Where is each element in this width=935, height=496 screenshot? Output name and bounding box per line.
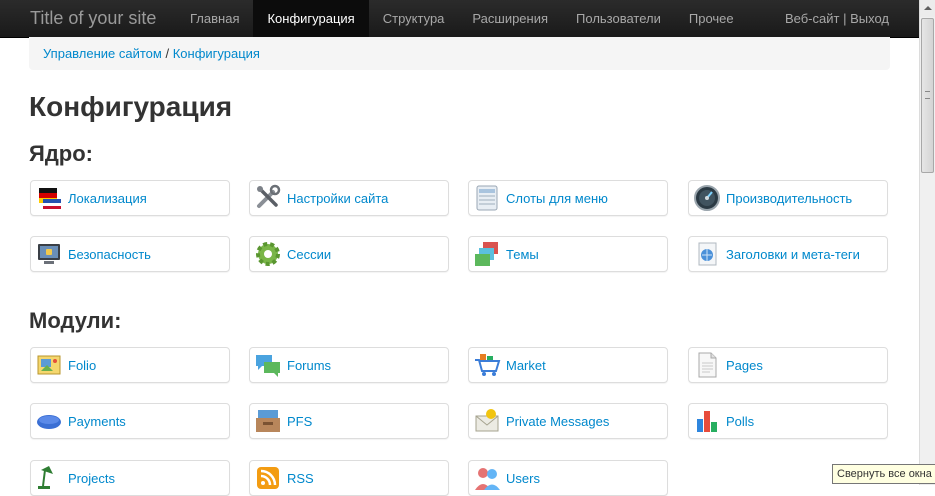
breadcrumb-trail: Управление сайтом / Конфигурация	[43, 46, 260, 61]
meta-tags-icon	[698, 242, 717, 266]
tile-projects[interactable]: Projects	[30, 460, 230, 496]
monitor-lock-icon	[38, 244, 60, 264]
breadcrumb-separator: /	[165, 46, 170, 61]
flags-icon	[39, 188, 61, 209]
payments-icon	[37, 415, 61, 429]
modules-heading: Модули:	[29, 308, 122, 333]
scroll-thumb[interactable]	[921, 18, 934, 173]
bar-chart-icon	[697, 411, 717, 432]
nav-item-other[interactable]: Прочее	[675, 0, 748, 37]
users-icon	[475, 468, 500, 490]
main-nav: Главная Конфигурация Структура Расширени…	[176, 0, 748, 37]
breadcrumb-current-link[interactable]: Конфигурация	[173, 46, 260, 61]
tile-payments[interactable]: Payments	[30, 403, 230, 439]
nav-item-extensions[interactable]: Расширения	[458, 0, 562, 37]
tile-themes[interactable]: Темы	[468, 236, 668, 272]
core-heading: Ядро:	[29, 141, 93, 166]
tools-icon	[257, 184, 281, 208]
tile-rss[interactable]: RSS	[249, 460, 449, 496]
logout-link[interactable]: Выход	[850, 11, 889, 26]
forums-icon	[256, 355, 280, 377]
nav-item-users[interactable]: Пользователи	[562, 0, 675, 37]
tile-site-settings[interactable]: Настройки сайта	[249, 180, 449, 216]
tile-localization[interactable]: Локализация	[30, 180, 230, 216]
tile-performance[interactable]: Производительность	[688, 180, 888, 216]
gear-icon	[256, 242, 280, 266]
tile-label: Projects	[68, 471, 115, 486]
tile-label: Payments	[68, 414, 126, 429]
tile-label: Users	[506, 471, 540, 486]
tile-label: RSS	[287, 471, 314, 486]
tile-label: Private Messages	[506, 414, 610, 429]
tile-label: Локализация	[68, 191, 147, 206]
tile-label: Pages	[726, 358, 763, 373]
tile-pages[interactable]: Pages	[688, 347, 888, 383]
tile-label: PFS	[287, 414, 313, 429]
tile-label: Слоты для меню	[506, 191, 608, 206]
menu-slots-icon	[476, 185, 498, 211]
tile-label: Folio	[68, 358, 97, 373]
tile-label: Производительность	[726, 191, 853, 206]
nav-item-home[interactable]: Главная	[176, 0, 253, 37]
nav-separator: |	[843, 11, 847, 26]
website-link[interactable]: Веб-сайт	[785, 11, 839, 26]
tile-meta-tags[interactable]: Заголовки и мета-теги	[688, 236, 888, 272]
envelope-icon	[475, 409, 499, 432]
site-brand[interactable]: Title of your site	[30, 8, 156, 29]
tile-label: Forums	[287, 358, 332, 373]
tile-users[interactable]: Users	[468, 460, 668, 496]
tooltip: Свернуть все окна	[832, 464, 935, 484]
breadcrumb: Управление сайтом / Конфигурация	[29, 37, 890, 70]
tile-security[interactable]: Безопасность	[30, 236, 230, 272]
tile-label: Безопасность	[68, 247, 151, 262]
top-navbar: Title of your site Главная Конфигурация …	[0, 0, 919, 38]
tile-forums[interactable]: Forums	[249, 347, 449, 383]
tile-label: Настройки сайта	[287, 191, 389, 206]
tile-label: Polls	[726, 414, 755, 429]
tile-sessions[interactable]: Сессии	[249, 236, 449, 272]
scroll-up-arrow-icon[interactable]	[920, 0, 935, 17]
tile-private-messages[interactable]: Private Messages	[468, 403, 668, 439]
tile-market[interactable]: Market	[468, 347, 668, 383]
tile-polls[interactable]: Polls	[688, 403, 888, 439]
rss-icon	[257, 467, 279, 489]
tile-menu-slots[interactable]: Слоты для меню	[468, 180, 668, 216]
page-title: Конфигурация	[29, 91, 233, 122]
vertical-scrollbar[interactable]	[919, 0, 935, 485]
tile-label: Market	[506, 358, 546, 373]
gauge-icon	[694, 185, 720, 211]
breadcrumb-admin-link[interactable]: Управление сайтом	[43, 46, 162, 61]
page-icon	[698, 352, 717, 378]
tile-label: Заголовки и мета-теги	[726, 247, 860, 262]
tile-label: Темы	[506, 247, 539, 262]
tile-folio[interactable]: Folio	[30, 347, 230, 383]
nav-right: Веб-сайт | Выход	[785, 0, 889, 37]
tile-label: Сессии	[287, 247, 332, 262]
cart-icon	[475, 354, 501, 376]
nav-item-structure[interactable]: Структура	[369, 0, 459, 37]
desk-lamp-icon	[38, 466, 53, 489]
nav-item-configuration[interactable]: Конфигурация	[253, 0, 369, 37]
folio-icon	[37, 355, 61, 375]
themes-icon	[475, 242, 498, 266]
pfs-icon	[256, 410, 280, 432]
tile-pfs[interactable]: PFS	[249, 403, 449, 439]
